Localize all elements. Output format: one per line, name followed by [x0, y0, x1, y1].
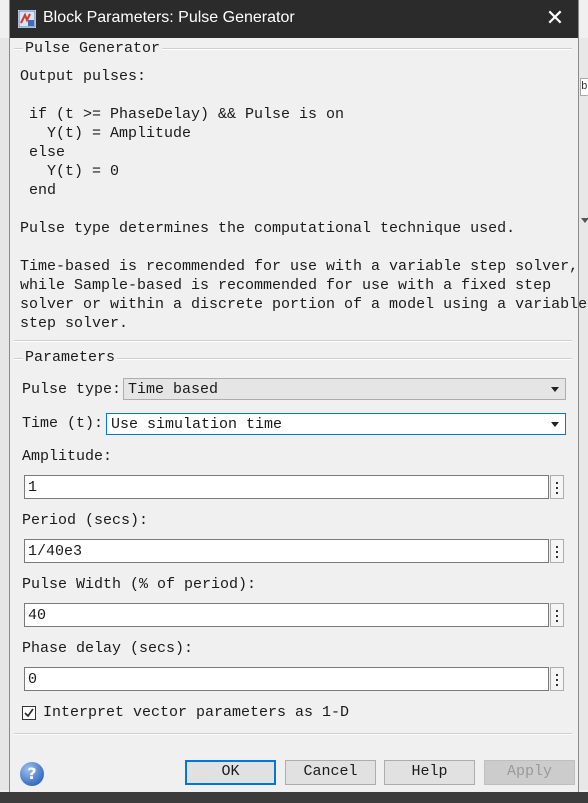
close-icon[interactable]: ✕ [532, 0, 578, 38]
pulse-type-dropdown[interactable]: Time based [123, 378, 566, 400]
cancel-button[interactable]: Cancel [285, 760, 376, 785]
description-line: end [20, 182, 57, 199]
checkmark-icon [24, 708, 34, 718]
simulink-block-icon [18, 10, 36, 28]
background-right-strip: b [578, 38, 588, 790]
description-line: Time-based is recommended for use with a… [20, 258, 579, 275]
background-bottom-edge [0, 792, 588, 803]
background-fragment: b [580, 78, 588, 96]
phase-delay-input[interactable]: 0 [24, 667, 549, 691]
period-input[interactable]: 1/40e3 [24, 539, 549, 563]
pulse-type-value: Time based [128, 381, 219, 398]
more-options-icon[interactable] [550, 603, 564, 627]
help-button[interactable]: Help [384, 760, 475, 785]
time-dropdown[interactable]: Use simulation time [106, 413, 566, 435]
more-options-icon[interactable] [550, 667, 564, 691]
description-line: Pulse type determines the computational … [20, 220, 516, 237]
parameters-bottom-border [14, 733, 572, 735]
time-label: Time (t): [22, 415, 104, 432]
more-options-icon[interactable] [550, 475, 564, 499]
amplitude-label: Amplitude: [22, 448, 113, 465]
block-parameters-dialog: Block Parameters: Pulse Generator ✕ Puls… [10, 0, 587, 792]
pulse-type-label: Pulse type: [22, 381, 122, 398]
title-bar[interactable]: Block Parameters: Pulse Generator ✕ [10, 0, 578, 38]
amplitude-input[interactable]: 1 [24, 475, 549, 499]
phase-delay-label: Phase delay (secs): [22, 640, 194, 657]
description-line: step solver. [20, 315, 129, 332]
pulse-width-input[interactable]: 40 [24, 603, 549, 627]
description-line: while Sample-based is recommended for us… [20, 277, 552, 294]
help-circle-icon[interactable]: ? [20, 762, 44, 786]
amplitude-value: 1 [28, 479, 38, 496]
chevron-down-icon [551, 387, 559, 392]
description-line: Output pulses: [20, 68, 147, 85]
parameters-top-border [14, 340, 572, 342]
description-line: Y(t) = Amplitude [20, 125, 192, 142]
window-title: Block Parameters: Pulse Generator [43, 9, 295, 26]
time-value: Use simulation time [111, 416, 283, 433]
pulse-width-label: Pulse Width (% of period): [22, 576, 257, 593]
interpret-vector-checkbox[interactable] [22, 706, 36, 720]
period-label: Period (secs): [22, 512, 149, 529]
ok-button[interactable]: OK [185, 760, 276, 785]
more-options-icon[interactable] [550, 539, 564, 563]
description-line: else [20, 144, 66, 161]
description-line: Y(t) = 0 [20, 163, 120, 180]
chevron-down-icon [551, 422, 559, 427]
phase-delay-value: 0 [28, 671, 38, 688]
parameters-group-title: Parameters [23, 349, 118, 366]
background-arrow-icon [581, 218, 588, 223]
description-group-title: Pulse Generator [23, 40, 163, 57]
apply-button: Apply [484, 760, 575, 785]
description-line: solver or within a discrete portion of a… [20, 296, 588, 313]
description-line: if (t >= PhaseDelay) && Pulse is on [20, 106, 345, 123]
period-value: 1/40e3 [28, 543, 83, 560]
pulse-width-value: 40 [28, 607, 47, 624]
interpret-vector-label[interactable]: Interpret vector parameters as 1-D [43, 704, 349, 721]
